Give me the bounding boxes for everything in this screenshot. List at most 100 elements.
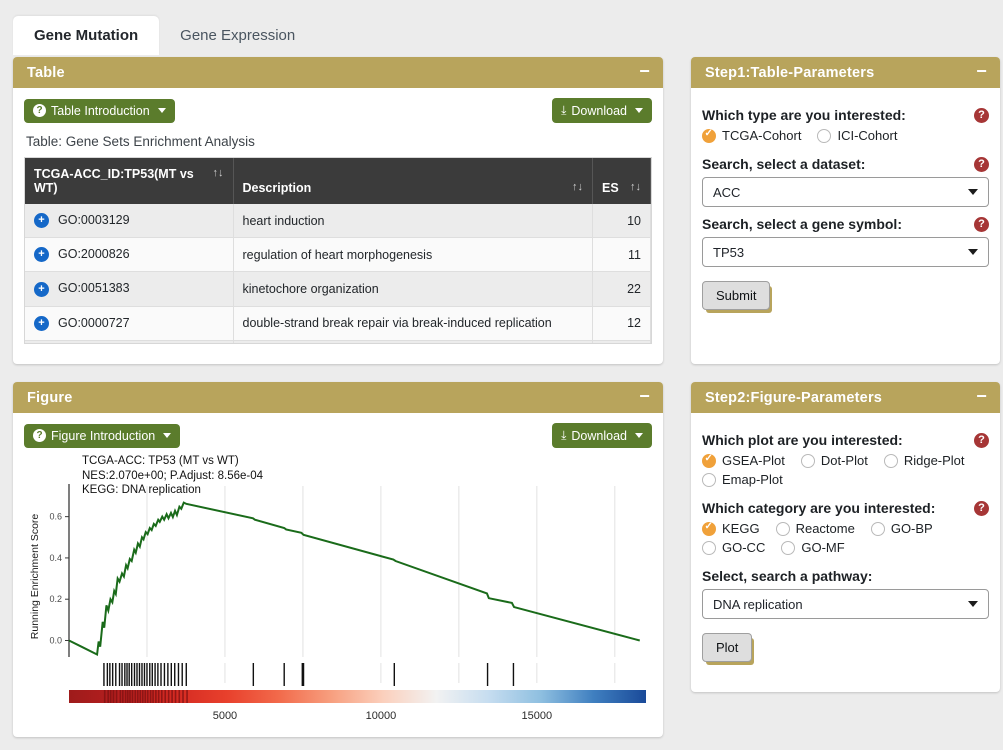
table-header: ↑↓ TCGA-ACC_ID:TP53(MT vs WT) ↑↓ Descrip…: [25, 158, 651, 204]
step1-panel-body: Which type are you interested: ? TCGA-Co…: [691, 88, 1000, 320]
radio-kegg[interactable]: KEGG: [702, 521, 760, 536]
pathway-select[interactable]: DNA replication: [702, 589, 989, 619]
figure-download-button[interactable]: ⤓ Download: [552, 423, 652, 448]
dataset-label: Search, select a dataset:: [702, 156, 866, 172]
cell-description: kinetochore organization: [233, 271, 593, 307]
chevron-down-icon: [968, 601, 978, 607]
plot-button[interactable]: Plot: [702, 633, 753, 662]
radio-reactome[interactable]: Reactome: [775, 521, 855, 536]
gene-symbol-select[interactable]: TP53: [702, 237, 989, 267]
cohort-type-label-row: Which type are you interested: ?: [702, 107, 989, 123]
column-header-description[interactable]: ↑↓ Description: [233, 158, 593, 204]
column-header-id-label: TCGA-ACC_ID:TP53(MT vs WT): [34, 167, 194, 195]
expand-row-icon[interactable]: +: [34, 247, 49, 263]
chevron-down-icon: [968, 249, 978, 255]
sort-icon[interactable]: ↑↓: [572, 181, 583, 193]
radio-go-mf[interactable]: GO-MF: [781, 540, 845, 555]
svg-text:0.0: 0.0: [49, 635, 62, 645]
cell-es: 11: [592, 237, 651, 273]
radio-gsea-plot[interactable]: GSEA-Plot: [702, 453, 785, 468]
cell-es: [592, 340, 651, 343]
figure-introduction-button[interactable]: ? Figure Introduction: [24, 423, 181, 448]
help-icon[interactable]: ?: [974, 500, 989, 516]
table-row-partial[interactable]: [25, 340, 651, 343]
help-icon[interactable]: ?: [974, 107, 989, 123]
dataset-select-value: ACC: [713, 184, 741, 200]
row-id-label: GO:0051383: [58, 281, 130, 296]
chevron-down-icon: [157, 108, 166, 113]
cell-es: 10: [592, 204, 651, 239]
radio-unchecked-icon: [883, 453, 898, 468]
submit-button[interactable]: Submit: [702, 281, 771, 310]
table-download-button[interactable]: ⤓ Download: [552, 98, 652, 123]
table-panel-minimize-button[interactable]: −: [639, 62, 650, 83]
table-introduction-button[interactable]: ? Table Introduction: [24, 98, 175, 123]
step2-panel-minimize-button[interactable]: −: [976, 387, 987, 408]
help-icon[interactable]: ?: [974, 432, 989, 448]
cell-id: + GO:0003129: [25, 204, 234, 239]
step1-panel-minimize-button[interactable]: −: [976, 62, 987, 83]
figure-panel-minimize-button[interactable]: −: [639, 387, 650, 408]
radio-emap-plot-label: Emap-Plot: [722, 472, 783, 487]
table-row[interactable]: + GO:0003129 heart induction 10: [25, 204, 651, 239]
help-icon[interactable]: ?: [974, 216, 989, 232]
expand-row-icon[interactable]: +: [34, 315, 49, 331]
table-row[interactable]: + GO:0051383 kinetochore organization 22: [25, 271, 651, 307]
radio-unchecked-icon: [775, 521, 790, 536]
cell-es: 22: [592, 271, 651, 307]
row-id-label: GO:2000826: [58, 247, 130, 262]
table-row[interactable]: + GO:2000826 regulation of heart morphoge…: [25, 237, 651, 273]
download-icon: ⤓: [561, 103, 567, 117]
tab-gene-mutation[interactable]: Gene Mutation: [13, 15, 160, 55]
chevron-down-icon: [635, 433, 643, 438]
plot-type-label-row: Which plot are you interested: ?: [702, 432, 989, 448]
pathway-label-row: Select, search a pathway:: [702, 568, 989, 584]
gsea-plot-container: TCGA-ACC: TP53 (MT vs WT) NES:2.070e+00;…: [24, 454, 652, 737]
radio-emap-plot[interactable]: Emap-Plot: [702, 472, 783, 487]
pathway-label: Select, search a pathway:: [702, 568, 873, 584]
table-caption: Table: Gene Sets Enrichment Analysis: [26, 134, 255, 149]
column-header-id[interactable]: ↑↓ TCGA-ACC_ID:TP53(MT vs WT): [25, 158, 234, 204]
radio-unchecked-icon: [702, 540, 716, 555]
radio-go-cc[interactable]: GO-CC: [702, 540, 765, 555]
figure-download-label: Download: [571, 428, 627, 443]
radio-tcga-cohort[interactable]: TCGA-Cohort: [702, 128, 801, 143]
sort-icon[interactable]: ↑↓: [213, 167, 224, 179]
column-header-description-label: Description: [242, 181, 312, 195]
table-scroll-container[interactable]: ↑↓ TCGA-ACC_ID:TP53(MT vs WT) ↑↓ Descrip…: [24, 157, 652, 344]
dataset-select[interactable]: ACC: [702, 177, 989, 207]
expand-row-icon[interactable]: +: [34, 213, 49, 229]
table-introduction-label: Table Introduction: [51, 103, 150, 118]
radio-go-bp[interactable]: GO-BP: [870, 521, 933, 536]
radio-unchecked-icon: [781, 540, 796, 555]
cell-es: 12: [592, 306, 651, 341]
radio-unchecked-icon: [817, 128, 832, 143]
radio-gsea-plot-label: GSEA-Plot: [722, 453, 785, 468]
table-panel-header: Table −: [13, 57, 663, 88]
figure-toolbar: ? Figure Introduction ⤓ Download: [24, 423, 652, 448]
table-panel-body: ? Table Introduction ⤓ Download Table: G…: [13, 88, 663, 354]
tab-gene-expression[interactable]: Gene Expression: [159, 16, 316, 56]
table-header-row: ↑↓ TCGA-ACC_ID:TP53(MT vs WT) ↑↓ Descrip…: [25, 158, 651, 204]
radio-dot-plot-label: Dot-Plot: [820, 453, 868, 468]
chevron-down-icon: [635, 108, 643, 113]
radio-dot-plot[interactable]: Dot-Plot: [800, 453, 868, 468]
column-header-es[interactable]: ↑↓ ES: [592, 158, 651, 204]
svg-text:Running Enrichment Score: Running Enrichment Score: [29, 514, 41, 640]
table-row[interactable]: + GO:0000727 double-strand break repair v…: [25, 306, 651, 341]
radio-ici-cohort[interactable]: ICI-Cohort: [817, 128, 897, 143]
sort-icon[interactable]: ↑↓: [630, 181, 641, 193]
radio-ridge-plot[interactable]: Ridge-Plot: [883, 453, 965, 468]
svg-text:10000: 10000: [366, 710, 397, 722]
radio-checked-icon: [702, 453, 716, 468]
expand-row-icon[interactable]: +: [34, 281, 49, 297]
gene-symbol-select-value: TP53: [713, 244, 745, 260]
radio-ici-cohort-label: ICI-Cohort: [837, 128, 898, 143]
tab-list: Gene Mutation Gene Expression: [0, 0, 1003, 56]
cohort-type-label: Which type are you interested:: [702, 107, 906, 123]
gsea-table: ↑↓ TCGA-ACC_ID:TP53(MT vs WT) ↑↓ Descrip…: [25, 158, 651, 343]
category-radio-group: KEGG Reactome GO-BP GO-CC GO-MF: [702, 521, 989, 559]
help-icon[interactable]: ?: [974, 156, 989, 172]
svg-text:0.6: 0.6: [49, 512, 62, 522]
cell-description: heart induction: [233, 204, 593, 239]
